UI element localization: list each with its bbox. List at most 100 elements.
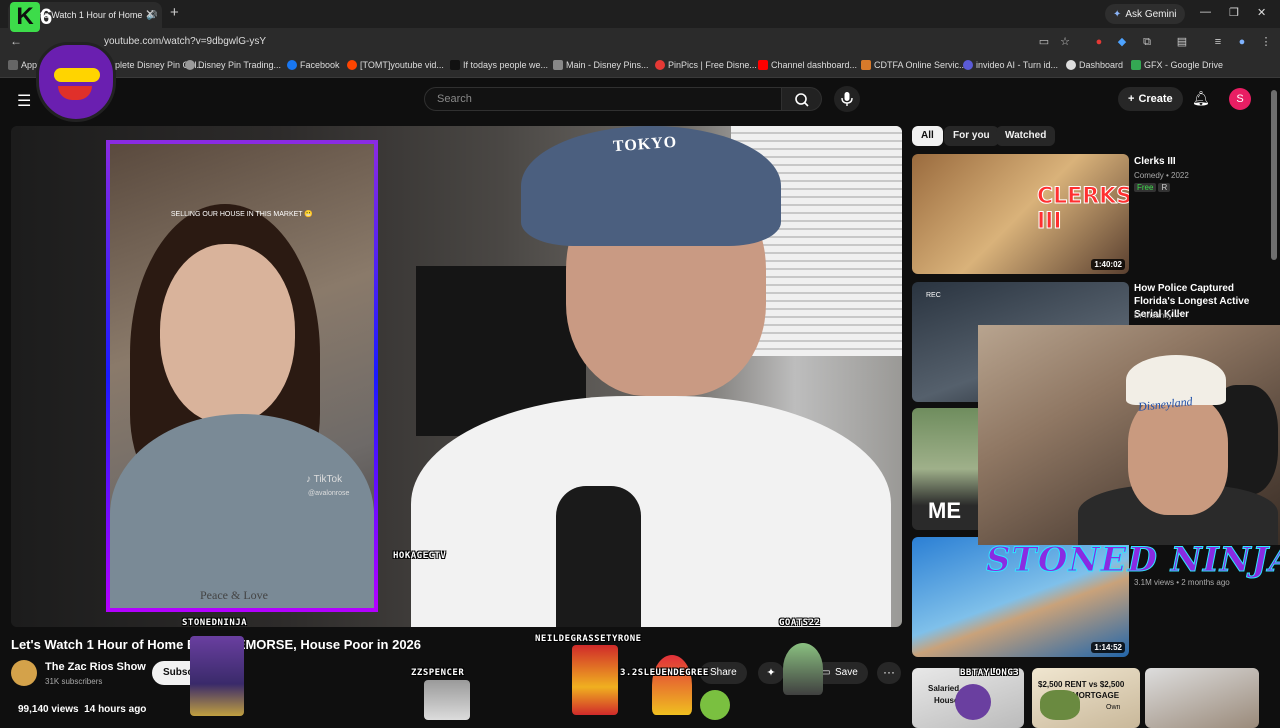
globe-icon — [185, 60, 195, 70]
ask-gemini-button[interactable]: ✦ Ask Gemini — [1105, 4, 1185, 24]
view-info: 99,140 views 14 hours ago — [18, 704, 146, 715]
tiktok-overlay: SELLING OUR HOUSE IN THIS MARKET 😬 ♪ Tik… — [106, 140, 378, 612]
bookmark-main-disney-pins[interactable]: Main - Disney Pins... — [553, 60, 649, 70]
new-tab-button[interactable]: + — [170, 4, 179, 21]
sprite-green — [700, 690, 730, 720]
bookmark-dashboard[interactable]: Dashboard — [1066, 60, 1123, 70]
bookmark-facebook[interactable]: Facebook — [287, 60, 340, 70]
dashboard-icon — [1066, 60, 1076, 70]
chip-watched[interactable]: Watched — [996, 126, 1056, 146]
rec-meta-1: Comedy • 2022 — [1134, 171, 1189, 180]
viewer-label-hokagectv: HOKAGECTV — [393, 551, 447, 561]
bookmark-pinpics[interactable]: PinPics | Free Disne... — [655, 60, 757, 70]
youtube-header: ☰ Search + Create 🔔︎ S — [0, 79, 1280, 121]
sprite-purple — [955, 684, 991, 720]
chip-for-you[interactable]: For you — [944, 126, 999, 146]
minimize-icon[interactable]: — — [1200, 6, 1211, 18]
tiktok-handle: @avalonrose — [308, 490, 350, 497]
logo-number: 6 — [40, 4, 53, 29]
verified-icon: ✔ — [1174, 311, 1182, 320]
notifications-bell-icon[interactable]: 🔔︎ — [1192, 90, 1210, 107]
search-icon — [795, 93, 809, 107]
bookmark-disney-pin-trading[interactable]: Disney Pin Trading... — [185, 60, 281, 70]
page-scrollbar[interactable] — [1271, 90, 1277, 260]
bookmark-star-icon[interactable]: ☆ — [1058, 35, 1072, 49]
upload-age: 14 hours ago — [84, 704, 147, 715]
channel-name[interactable]: The Zac Rios Show — [45, 661, 146, 673]
more-actions-button[interactable]: ··· — [877, 662, 901, 684]
mascot-icon — [36, 42, 116, 122]
ask-ai-button[interactable]: ✦ — [758, 662, 784, 684]
rating-badge: R — [1158, 183, 1171, 192]
viewer-label-stonedninja: STONEDNINJA — [182, 618, 248, 628]
chip-all[interactable]: All — [912, 126, 943, 146]
restore-icon[interactable]: ❐ — [1229, 6, 1239, 19]
close-window-icon[interactable]: ✕ — [1257, 6, 1266, 19]
cast-icon[interactable]: ▭ — [1037, 35, 1051, 49]
google-drive-icon — [1131, 60, 1141, 70]
bookmark-tomt[interactable]: [TOMT]youtube vid... — [347, 60, 444, 70]
viewer-label-goats22: GOATS22 — [779, 618, 821, 628]
stream-logo: K 6 — [10, 2, 130, 132]
bookmark-invideo[interactable]: invideo AI - Turn id... — [963, 60, 1058, 70]
thumb-rec-text: REC — [926, 292, 941, 299]
sidepanel-icon[interactable]: ▤ — [1175, 35, 1189, 49]
rec-thumbnail-5c[interactable] — [1145, 668, 1259, 728]
free-badge: Free — [1134, 183, 1157, 192]
extensions-puzzle-icon[interactable]: ⧉ — [1140, 35, 1154, 49]
sparkle-icon: ✦ — [766, 667, 776, 679]
viewer-label-sleuendegree: 3.2SLEUENDEGREE — [620, 668, 709, 678]
viewer-label-neildegrassetyrone: NEILDEGRASSETYRONE — [535, 634, 642, 644]
browser-tab-bar: Let's Watch 1 Hour of Home 🔊 ✕ + ✦ Ask G… — [0, 0, 1280, 28]
account-avatar[interactable]: S — [1229, 88, 1251, 110]
bookmark-channel-dashboard[interactable]: Channel dashboard... — [758, 60, 857, 70]
media-controls-icon[interactable]: ≡ — [1211, 35, 1225, 49]
view-count: 99,140 views — [18, 704, 79, 715]
pin-icon — [553, 60, 563, 70]
microphone-prop — [556, 486, 641, 627]
pinpics-icon — [655, 60, 665, 70]
woman-face — [160, 244, 295, 424]
profile-icon[interactable]: ● — [1235, 35, 1249, 49]
browser-menu-icon[interactable]: ⋮ — [1259, 35, 1273, 49]
sprite-ironman — [572, 645, 618, 715]
microphone-icon — [841, 92, 853, 106]
tiktok-watermark: ♪ TikTok — [306, 474, 343, 485]
channel-avatar[interactable] — [11, 660, 37, 686]
sprite-warrior — [190, 636, 244, 716]
invideo-icon — [963, 60, 973, 70]
thumb-salaried-text: Salaried — [928, 684, 960, 693]
thumb-text: ME — [928, 498, 961, 523]
tiktok-icon — [450, 60, 460, 70]
ask-gemini-label: Ask Gemini — [1125, 8, 1177, 20]
thumb-clerks-text: CLERKS III — [1036, 184, 1129, 235]
bookmarks-bar: Apps Complete Disney Pin Gol... Disney P… — [0, 56, 1280, 78]
webcam-overlay: Disneyland — [978, 325, 1280, 545]
voice-search-button[interactable] — [834, 86, 860, 112]
viewer-label-bbtaylong3: BBTAYLONG3 — [960, 668, 1020, 678]
rec-thumbnail-1[interactable]: CLERKS III 1:40:02 — [912, 154, 1129, 274]
rec-title-1[interactable]: Clerks III — [1134, 155, 1274, 168]
extension-red-icon[interactable]: ● — [1092, 35, 1106, 49]
shirt-text: Peace & Love — [200, 588, 268, 602]
bookmark-todays-people[interactable]: If todays people we... — [450, 60, 548, 70]
search-input[interactable]: Search — [424, 87, 782, 111]
create-button[interactable]: + Create — [1118, 87, 1183, 111]
youtube-icon — [758, 60, 768, 70]
duration-badge: 1:14:52 — [1091, 642, 1125, 653]
thumb-own-text: Own — [1106, 704, 1121, 711]
search-button[interactable] — [782, 87, 822, 111]
host-shirt — [411, 396, 891, 627]
facebook-icon — [287, 60, 297, 70]
extension-blue-icon[interactable]: ◆ — [1115, 35, 1129, 49]
sprite-grey — [424, 680, 470, 720]
bookmark-gfx-drive[interactable]: GFX - Google Drive — [1131, 60, 1223, 70]
tab-close-icon[interactable]: ✕ — [145, 7, 155, 21]
woman-shirt — [110, 414, 374, 608]
cdtfa-icon — [861, 60, 871, 70]
subscriber-count: 31K subscribers — [45, 677, 103, 686]
kick-logo: K — [10, 2, 40, 32]
bookmark-cdtfa[interactable]: CDTFA Online Servic... — [861, 60, 967, 70]
plus-icon: + — [1128, 93, 1135, 105]
gemini-icon: ✦ — [1113, 8, 1122, 20]
